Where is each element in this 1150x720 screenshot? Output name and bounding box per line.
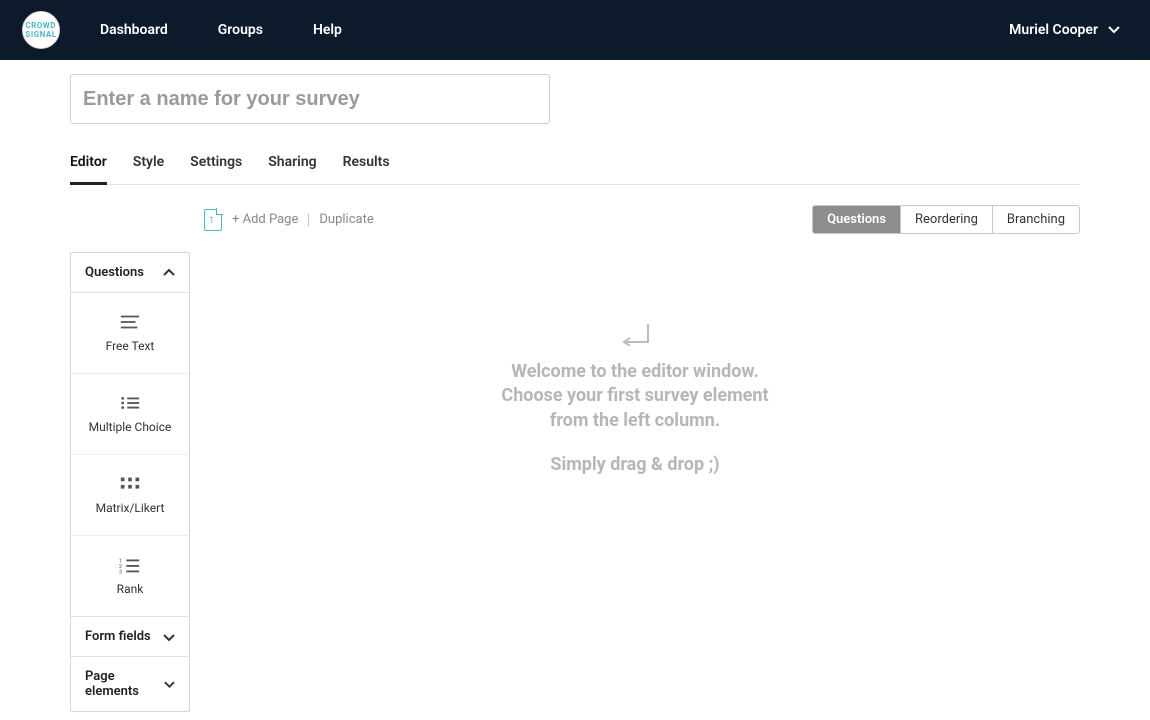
editor-tabs: Editor Style Settings Sharing Results <box>70 146 1080 185</box>
sidebar-section-form-fields[interactable]: Form fields <box>71 617 189 657</box>
empty-line-4: Simply drag & drop ;) <box>501 453 768 477</box>
tab-editor[interactable]: Editor <box>70 146 107 185</box>
top-nav: CROWDSIGNAL Dashboard Groups Help Muriel… <box>0 0 1150 60</box>
page-body: Editor Style Settings Sharing Results 1 … <box>0 60 1150 712</box>
qtype-label: Free Text <box>106 339 155 353</box>
matrix-icon <box>119 475 141 493</box>
user-name: Muriel Cooper <box>1009 22 1098 38</box>
sidebar-section-label: Questions <box>85 265 144 280</box>
nav-help[interactable]: Help <box>313 22 342 38</box>
editor-toolbar: 1 + Add Page Duplicate Questions Reorder… <box>70 205 1080 234</box>
view-toggle: Questions Reordering Branching <box>812 205 1080 234</box>
editor-canvas[interactable]: Welcome to the editor window. Choose you… <box>190 252 1080 712</box>
logo[interactable]: CROWDSIGNAL <box>22 11 60 49</box>
qtype-rank[interactable]: 1 2 3 Rank <box>71 536 189 617</box>
page-icon[interactable]: 1 <box>204 209 222 231</box>
qtype-matrix-likert[interactable]: Matrix/Likert <box>71 455 189 536</box>
pages-tool: 1 + Add Page Duplicate <box>204 209 374 231</box>
empty-state-message: Welcome to the editor window. Choose you… <box>501 360 768 477</box>
rank-icon: 1 2 3 <box>119 556 141 574</box>
sidebar-section-label: Form fields <box>85 629 151 644</box>
editor-area: Questions Free Text Multiple Choice <box>70 252 1080 712</box>
chevron-down-icon <box>1108 24 1120 36</box>
question-types-list: Free Text Multiple Choice Matrix/Likert … <box>71 293 189 617</box>
drag-arrow-icon <box>620 322 650 346</box>
free-text-icon <box>119 313 141 331</box>
sidebar-section-questions[interactable]: Questions <box>71 253 189 293</box>
qtype-free-text[interactable]: Free Text <box>71 293 189 374</box>
empty-line-3: from the left column. <box>501 409 768 433</box>
nav-groups[interactable]: Groups <box>218 22 263 38</box>
chevron-down-icon <box>163 631 175 643</box>
tab-sharing[interactable]: Sharing <box>268 146 316 184</box>
qtype-multiple-choice[interactable]: Multiple Choice <box>71 374 189 455</box>
qtype-label: Rank <box>117 582 144 596</box>
chevron-up-icon <box>163 267 175 279</box>
nav-links: Dashboard Groups Help <box>100 22 342 38</box>
chevron-down-icon <box>164 678 175 690</box>
duplicate-page-button[interactable]: Duplicate <box>319 212 373 227</box>
elements-sidebar: Questions Free Text Multiple Choice <box>70 252 190 712</box>
separator <box>308 213 309 227</box>
svg-text:3: 3 <box>119 569 122 574</box>
multiple-choice-icon <box>119 394 141 412</box>
tab-style[interactable]: Style <box>133 146 164 184</box>
qtype-label: Multiple Choice <box>89 420 172 434</box>
empty-line-2: Choose your first survey element <box>501 384 768 408</box>
sidebar-section-label: Page elements <box>85 669 164 699</box>
empty-line-1: Welcome to the editor window. <box>501 360 768 384</box>
qtype-label: Matrix/Likert <box>96 501 165 515</box>
page-number: 1 <box>209 216 214 226</box>
view-questions[interactable]: Questions <box>813 206 900 233</box>
sidebar-section-page-elements[interactable]: Page elements <box>71 657 189 711</box>
survey-name-input[interactable] <box>70 74 550 124</box>
view-reordering[interactable]: Reordering <box>900 206 992 233</box>
view-branching[interactable]: Branching <box>992 206 1079 233</box>
nav-dashboard[interactable]: Dashboard <box>100 22 168 38</box>
tab-results[interactable]: Results <box>343 146 390 184</box>
user-menu[interactable]: Muriel Cooper <box>1009 22 1120 38</box>
tab-settings[interactable]: Settings <box>190 146 242 184</box>
add-page-button[interactable]: + Add Page <box>232 212 298 227</box>
